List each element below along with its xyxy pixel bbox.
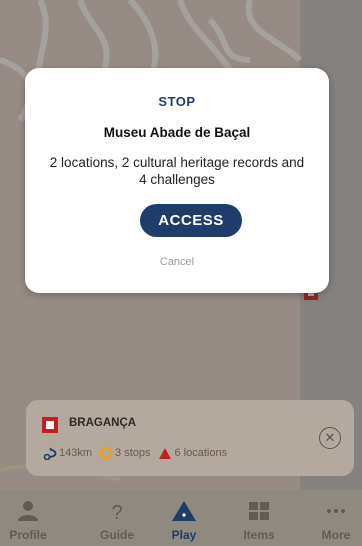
grid-icon [249,502,269,520]
route-card[interactable]: BRAGANÇA 143km 3 stops 6 locations ✕ [26,400,354,476]
nav-profile[interactable]: Profile [0,490,64,546]
close-circle-icon[interactable]: ✕ [319,427,341,449]
stop-circle-icon [99,446,113,460]
more-dots-icon [327,509,345,513]
access-button[interactable]: ACCESS [140,204,242,237]
play-triangle-icon [172,501,196,521]
person-icon [18,501,38,521]
nav-label: Play [171,528,197,542]
stops-item: 3 stops [99,446,151,460]
nav-label: More [321,528,351,542]
route-meta: 143km 3 stops 6 locations [43,446,234,460]
modal-title: Museu Abade de Baçal [103,125,251,140]
nav-label: Items [243,528,275,542]
route-stops: 3 stops [115,447,151,459]
nav-guide[interactable]: ? Guide [81,490,153,546]
nav-label: Profile [9,528,47,542]
stop-modal: STOP Museu Abade de Baçal 2 locations, 2… [25,68,329,293]
nav-play[interactable]: Play [148,490,220,546]
nav-items[interactable]: Items [223,490,295,546]
location-triangle-icon [158,447,171,459]
bottom-nav: Profile ? Guide Play Items More [0,490,362,546]
nav-more[interactable]: More [300,490,362,546]
question-icon: ? [111,502,122,522]
modal-description: 2 locations, 2 cultural heritage records… [49,155,305,187]
route-distance: 143km [59,447,93,459]
cancel-button[interactable]: Cancel [25,256,329,268]
route-distance-icon [43,447,57,460]
locations-item: 6 locations [158,447,228,460]
route-marker-icon [42,417,58,433]
modal-kicker: STOP [158,94,196,109]
svg-text:?: ? [111,502,122,522]
nav-label: Guide [99,528,134,542]
route-locations: 6 locations [174,447,228,459]
route-title: BRAGANÇA [69,417,137,429]
distance-item: 143km [43,446,92,460]
